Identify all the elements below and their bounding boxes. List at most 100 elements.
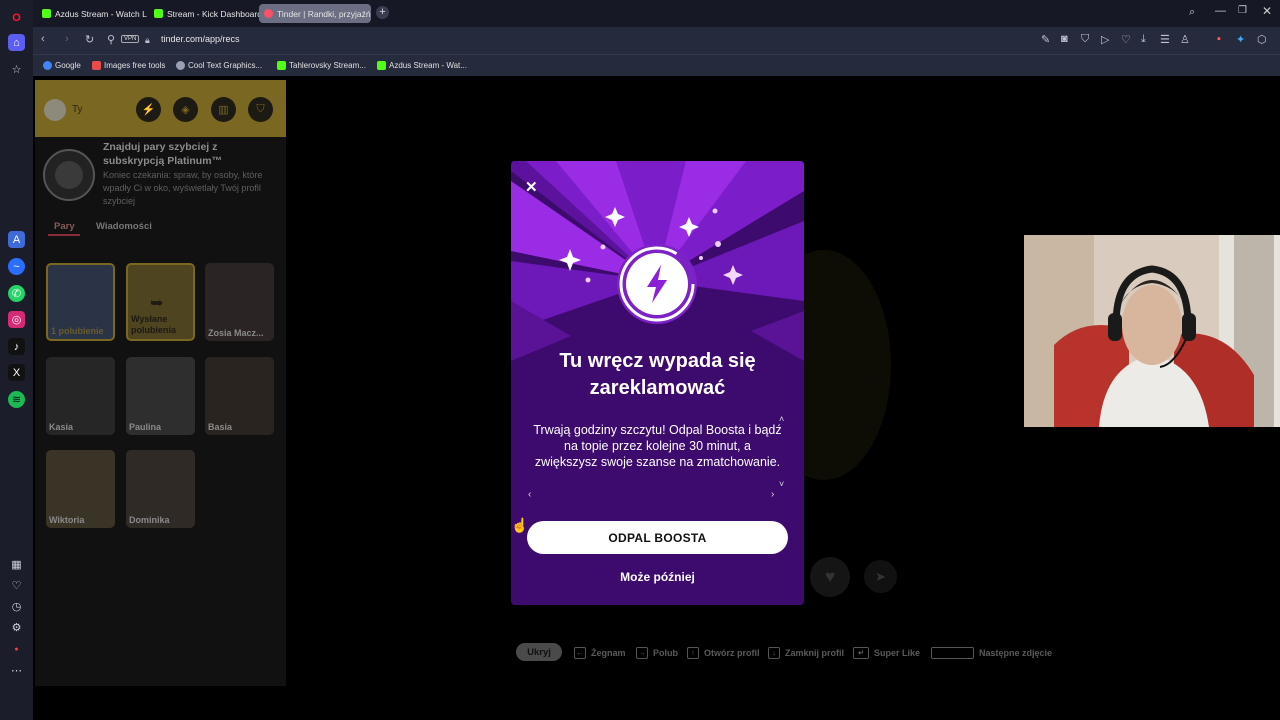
home-icon[interactable]: ⌂: [8, 34, 25, 51]
history-icon[interactable]: ◷: [8, 598, 25, 615]
bookmark-cool-text[interactable]: Cool Text Graphics...: [176, 61, 262, 70]
arrow-down-key-icon: ↓: [768, 647, 780, 659]
match-name: Dominika: [129, 515, 170, 525]
hide-hints-button[interactable]: Ukryj: [516, 643, 562, 661]
match-name: 1 polubienie: [51, 326, 104, 336]
whatsapp-icon[interactable]: ✆: [8, 285, 25, 302]
bookmark-azdus[interactable]: Azdus Stream - Wat...: [377, 61, 467, 70]
tab-tinder[interactable]: Tinder | Randki, przyjaźń: [259, 4, 371, 23]
hint-label: Żegnam: [591, 648, 626, 658]
hint-super-like: ↵ Super Like: [853, 647, 920, 659]
hint-like: → Polub: [636, 647, 678, 659]
platinum-title[interactable]: Znajduj pary szybciej z subskrypcją Plat…: [103, 140, 273, 168]
boost-button[interactable]: ODPAL BOOSTA: [527, 521, 788, 554]
vpn-badge[interactable]: VPN: [121, 35, 140, 43]
heart-icon[interactable]: ♡: [8, 577, 25, 594]
extension-icon[interactable]: ✦: [1236, 33, 1245, 46]
bookmark-google[interactable]: Google: [43, 61, 81, 70]
kick-favicon-icon: [277, 61, 286, 70]
more-icon[interactable]: ⋯: [8, 662, 25, 679]
sent-likes-card[interactable]: ➥ Wysłane polubienia: [126, 263, 195, 341]
explore-icon[interactable]: ◈: [173, 97, 198, 122]
match-card[interactable]: Dominika: [126, 450, 195, 528]
search-tabs-icon[interactable]: ⌕: [1189, 6, 1195, 19]
bookmark-tahlerovsky[interactable]: Tahlerovsky Stream...: [277, 61, 366, 70]
modal-title: Tu wręcz wypada się zareklamować: [559, 350, 756, 399]
like-heart-icon[interactable]: ♥: [810, 557, 850, 597]
tab-messages[interactable]: Wiadomości: [96, 221, 152, 232]
match-card[interactable]: Kasia: [46, 357, 115, 435]
workspaces-icon[interactable]: ▦: [8, 556, 25, 573]
extension-icon[interactable]: ▪: [1217, 33, 1221, 45]
bookmark-label: Tahlerovsky Stream...: [289, 61, 366, 70]
work-icon[interactable]: ▥: [211, 97, 236, 122]
carousel-prev-icon[interactable]: ‹: [528, 489, 531, 500]
address-bar: ‹ › ↻ ⚲ VPN 🔒︎ tinder.com/app/recs ✎ ◙ ⛉…: [33, 27, 1280, 54]
aria-icon[interactable]: A: [8, 231, 25, 248]
bookmark-images-free-tools[interactable]: Images free tools: [92, 61, 165, 70]
heart-arrow-icon: ➥: [150, 295, 164, 312]
hint-label: Super Like: [874, 648, 921, 658]
match-card[interactable]: Basia: [205, 357, 274, 435]
x-icon[interactable]: X: [8, 364, 25, 381]
tab-kick-dashboard[interactable]: Stream - Kick Dashboard: [149, 4, 259, 23]
reload-icon[interactable]: ↻: [85, 33, 94, 46]
tab-label: Azdus Stream - Watch Liv: [55, 8, 147, 19]
camera-icon[interactable]: ◙: [1061, 33, 1068, 45]
send-icon[interactable]: ➤: [864, 560, 897, 593]
forward-icon[interactable]: ›: [65, 33, 69, 45]
kick-favicon-icon: [154, 9, 163, 18]
opera-sidebar: O ⌂ ☆ A ~ ✆ ◎ ♪ X ≋ ▦ ♡ ◷ ⚙ ● ⋯: [0, 0, 33, 720]
boost-icon[interactable]: ⚡: [136, 97, 161, 122]
settings-icon[interactable]: ⚙: [8, 619, 25, 636]
ublock-icon[interactable]: ●: [8, 641, 25, 658]
download-icon[interactable]: ⤓: [1141, 33, 1146, 46]
star-icon[interactable]: ☆: [8, 61, 25, 78]
menu-icon[interactable]: ☰: [1160, 33, 1170, 46]
arrow-right-key-icon: →: [636, 647, 648, 659]
cursor-icon: ☝: [511, 517, 529, 533]
hint-nope: ← Żegnam: [574, 647, 626, 659]
tab-label: Stream - Kick Dashboard: [167, 8, 259, 19]
opera-logo-icon[interactable]: O: [8, 9, 25, 26]
modal-body: Trwają godziny szczytu! Odpal Boosta i b…: [533, 423, 782, 469]
tiktok-icon[interactable]: ♪: [8, 338, 25, 355]
arrow-up-key-icon: ↑: [687, 647, 699, 659]
user-label[interactable]: Ty: [72, 104, 83, 115]
bookmark-label: Azdus Stream - Wat...: [389, 61, 467, 70]
arrow-left-key-icon: ←: [574, 647, 586, 659]
avatar[interactable]: [44, 99, 66, 121]
heart-icon[interactable]: ♡: [1121, 33, 1131, 46]
url-input[interactable]: tinder.com/app/recs: [161, 34, 240, 44]
spotify-icon[interactable]: ≋: [8, 391, 25, 408]
scroll-down-icon[interactable]: ˅: [779, 479, 784, 489]
bookmark-label: Cool Text Graphics...: [188, 61, 263, 70]
close-window-icon[interactable]: ✕: [1262, 4, 1272, 18]
tab-matches[interactable]: Pary: [54, 221, 75, 232]
carousel-next-icon[interactable]: ›: [771, 489, 774, 500]
match-card[interactable]: Zosia Macz...: [205, 263, 274, 341]
instagram-icon[interactable]: ◎: [8, 311, 25, 328]
tab-azdus-stream[interactable]: Azdus Stream - Watch Liv: [37, 4, 147, 23]
back-icon[interactable]: ‹: [41, 33, 45, 45]
likes-card[interactable]: 1 polubienie: [46, 263, 115, 341]
match-card[interactable]: Wiktoria: [46, 450, 115, 528]
match-name: Basia: [208, 422, 233, 432]
play-icon[interactable]: ▷: [1101, 33, 1109, 46]
bookmark-favicon-icon: [176, 61, 185, 70]
boost-modal: ✕ Tu wręcz wypada się zareklamować Trwaj…: [511, 161, 804, 605]
close-modal-icon[interactable]: ✕: [525, 178, 538, 196]
minimize-icon[interactable]: —: [1215, 5, 1226, 17]
platinum-description: Koniec czekania: spraw, by osoby, które …: [103, 170, 263, 206]
edit-icon[interactable]: ✎: [1041, 33, 1050, 46]
shield-icon[interactable]: ⛉: [1081, 33, 1089, 46]
match-card[interactable]: Paulina: [126, 357, 195, 435]
restore-icon[interactable]: ❐: [1238, 5, 1247, 16]
scroll-up-icon[interactable]: ˄: [779, 414, 784, 424]
messenger-icon[interactable]: ~: [8, 258, 25, 275]
new-tab-icon[interactable]: +: [376, 6, 389, 19]
maybe-later-button[interactable]: Może później: [511, 570, 804, 584]
extensions-icon[interactable]: ⬡: [1257, 33, 1267, 46]
profile-icon[interactable]: ♙: [1180, 33, 1190, 46]
safety-shield-icon[interactable]: ⛉: [248, 97, 273, 122]
